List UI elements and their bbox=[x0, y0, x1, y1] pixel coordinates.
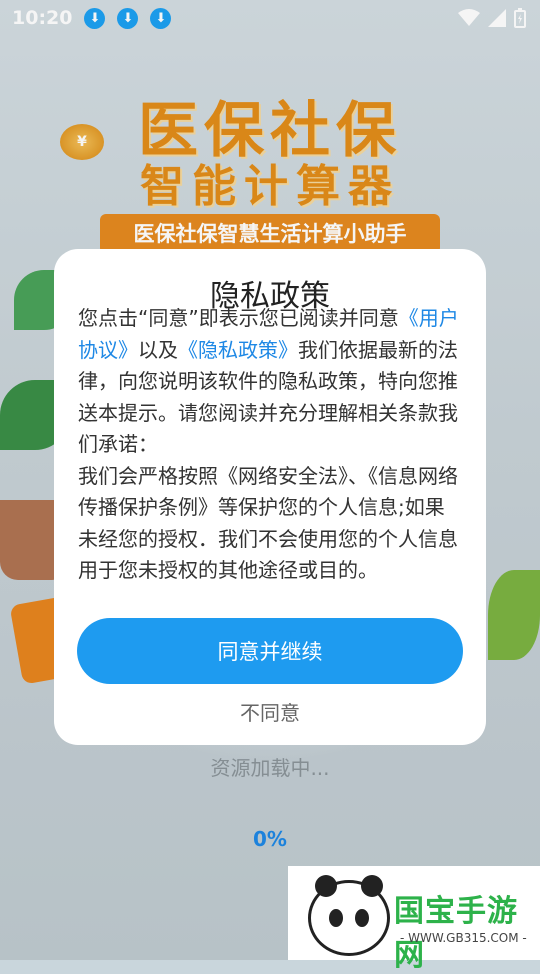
dialog-text: 您点击“同意”即表示您已阅读并同意 bbox=[78, 306, 399, 330]
privacy-dialog: 隐私政策 您点击“同意”即表示您已阅读并同意《用户协议》以及《隐私政策》我们依据… bbox=[54, 249, 486, 745]
privacy-policy-link[interactable]: 《隐私政策》 bbox=[178, 338, 298, 362]
watermark-logo: 国宝手游网 - WWW.GB315.COM - bbox=[288, 866, 540, 973]
watermark-url: - WWW.GB315.COM - bbox=[400, 931, 527, 945]
dialog-body: 您点击“同意”即表示您已阅读并同意《用户协议》以及《隐私政策》我们依据最新的法律… bbox=[78, 303, 464, 587]
watermark-brand: 国宝手游网 bbox=[394, 894, 518, 973]
dialog-text: 以及 bbox=[138, 337, 178, 362]
dialog-text: 我们会严格按照《网络安全法》、《信息网络传播保护条例》等保护您的个人信息;如果未… bbox=[78, 463, 458, 583]
disagree-button[interactable]: 不同意 bbox=[54, 697, 486, 726]
agree-button[interactable]: 同意并继续 bbox=[77, 618, 463, 684]
panda-logo-icon bbox=[308, 875, 390, 956]
